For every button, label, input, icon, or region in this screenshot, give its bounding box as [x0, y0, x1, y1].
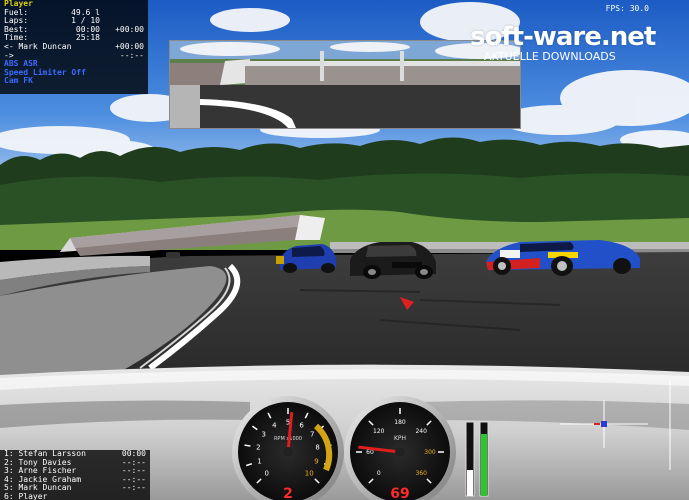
behind-delta: --:-- — [119, 50, 144, 60]
speed-unit: KPH — [394, 435, 406, 442]
gauge-tick-label: 8 — [315, 444, 319, 452]
gauge-tick-label: 6 — [299, 422, 304, 430]
race-info-panel: Player Fuel: 49.6 l Laps: 1 / 10 Best: 00:00 +… — [0, 0, 148, 94]
gauge-tick-label: 360 — [415, 470, 427, 477]
gear-indicator: 2 — [283, 486, 293, 500]
gauge-tick-label: 9 — [314, 458, 318, 466]
gauge-tick-label: 2 — [256, 444, 260, 452]
gauge-tick-label: 120 — [373, 428, 385, 435]
speed-readout: 69 — [390, 486, 409, 500]
gauge-tick-label: 10 — [305, 470, 314, 478]
distant-car — [166, 252, 180, 258]
gauge-tick-label: 4 — [272, 422, 277, 430]
assist-item: Cam FK — [4, 76, 33, 86]
gauge-tick-label: 0 — [377, 470, 381, 477]
brake-bar — [467, 470, 473, 496]
fps-counter: FPS: 30.0 — [605, 4, 649, 13]
gauge-tick-label: 300 — [424, 449, 436, 456]
gauge-tick-label: 180 — [394, 419, 406, 426]
rear-view-mirror — [169, 40, 521, 129]
throttle-bar — [481, 434, 487, 496]
gauge-tick-label: 240 — [415, 428, 427, 435]
car-race — [486, 240, 640, 276]
standing-driver: 6: Player — [4, 491, 48, 500]
ahead-label: <- Mark Duncan — [4, 41, 72, 51]
gauge-tick-label: 7 — [310, 431, 314, 439]
gauge-tick-label: 0 — [265, 470, 269, 478]
standings-panel: 1: Stefan Larsson 00:00 2: Tony Davies --:-… — [0, 449, 150, 500]
watermark-brand: soft-ware.net — [470, 22, 656, 52]
gauge-tick-label: 1 — [257, 458, 261, 466]
gauge-tick-label: 3 — [261, 431, 265, 439]
car-black — [350, 242, 436, 279]
stat-delta — [100, 9, 144, 18]
standing-row: 6: Player — [0, 491, 150, 500]
gauge-tick — [244, 444, 251, 447]
game-viewport: 0 1 2 3 4 5 6 7 8 9 10 RPM x1000 2 0 60 120 180 240 300… — [0, 0, 689, 500]
standing-time: --:-- — [121, 483, 146, 493]
stat-delta: +00:00 — [115, 24, 144, 34]
standing-time — [106, 493, 146, 500]
watermark: soft-ware.net AKTUELLE DOWNLOADS — [470, 22, 670, 82]
